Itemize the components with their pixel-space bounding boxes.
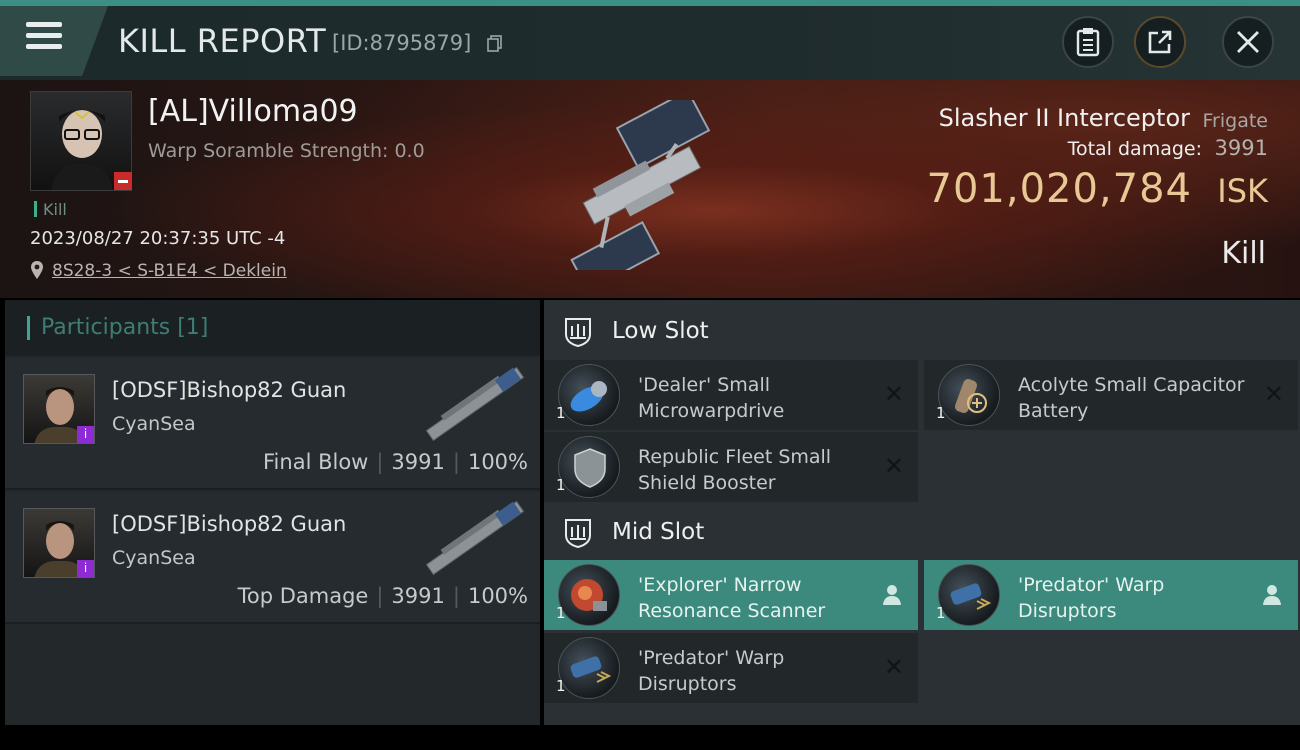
report-id: [ID:8795879] [332,31,472,55]
ship-class: Frigate [1202,110,1268,132]
kill-datetime: 2023/08/27 20:37:35 UTC -4 [30,228,286,249]
clipboard-button[interactable] [1062,16,1114,68]
mid-slot-icon [565,519,591,549]
module-name: 'Predator' Warp Disruptors [638,647,785,695]
participants-panel: Participants [1] i [ODSF]Bishop82 Guan C… [5,300,540,725]
participant-damage: 3991 [391,584,445,608]
module-item[interactable]: 1 Republic Fleet Small Shield Booster ✕ [544,432,918,502]
participant-name[interactable]: [ODSF]Bishop82 Guan [112,378,346,402]
low-slot-icon [565,318,591,348]
module-name: 'Predator' Warp Disruptors [1018,574,1165,622]
mid-slot-header: Mid Slot [544,503,1300,561]
low-slot-header: Low Slot [544,302,1300,360]
hostile-badge [114,172,132,190]
total-damage-label: Total damage: [1067,138,1202,160]
destroyed-x-icon: ✕ [883,380,904,408]
participant-role: Top Damage [237,584,369,608]
module-item[interactable]: 1 'Explorer' Narrow Resonance Scanner [544,560,918,630]
copy-icon[interactable] [486,34,504,52]
scanner-icon [558,564,620,626]
fitting-panel: Low Slot 1 'Dealer' Small Microwarpdrive… [544,300,1300,725]
ship-image [570,100,711,270]
page-title: KILL REPORT [118,22,327,60]
share-icon [1148,30,1172,54]
participant-ship-image [425,500,525,576]
result-label: Kill [1221,236,1266,271]
close-icon [1237,31,1259,53]
kill-location-link[interactable]: 8S28-3 < S-B1E4 < Deklein [52,261,287,281]
participants-header: Participants [1] [5,300,540,356]
destroyed-x-icon: ✕ [883,653,904,681]
module-name: Acolyte Small Capacitor Battery [1018,374,1245,422]
module-quantity: 1 [556,404,566,422]
participant-name[interactable]: [ODSF]Bishop82 Guan [112,512,346,536]
module-quantity: 1 [556,476,566,494]
module-quantity: 1 [936,604,946,622]
participant-percent: 100% [467,584,528,608]
person-icon [1263,585,1281,605]
participant-role: Final Blow [263,450,369,474]
shield-booster-icon [558,436,620,498]
warp-disruptor-icon [938,564,1000,626]
mid-slot-title: Mid Slot [612,519,705,545]
participant-row[interactable]: i [ODSF]Bishop82 Guan CyanSea Final Blow… [5,358,540,490]
module-quantity: 1 [556,677,566,695]
share-button[interactable] [1134,16,1186,68]
module-item[interactable]: 1 Acolyte Small Capacitor Battery ✕ [924,360,1298,430]
module-name: Republic Fleet Small Shield Booster [638,446,832,494]
isk-value: 701,020,784 [926,166,1192,212]
module-quantity: 1 [936,404,946,422]
close-button[interactable] [1222,16,1274,68]
participant-corp: CyanSea [112,413,196,435]
destroyed-x-icon: ✕ [1263,380,1284,408]
module-item[interactable]: 1 'Predator' Warp Disruptors [924,560,1298,630]
participant-damage: 3991 [391,450,445,474]
participants-title: Participants [1] [41,315,209,340]
corp-badge: i [77,426,94,443]
total-damage-value: 3991 [1214,136,1268,160]
ship-name[interactable]: Slasher II Interceptor [939,104,1190,132]
microwarpdrive-icon [558,364,620,426]
bottom-bar [0,725,1300,750]
isk-unit: ISK [1217,172,1268,210]
victim-hero-panel: [AL]Villoma09 Warp Soramble Strength: 0.… [0,80,1300,298]
clipboard-icon [1076,28,1100,57]
warp-scramble-strength: Warp Soramble Strength: 0.0 [148,140,425,162]
hamburger-menu-icon[interactable] [26,22,62,50]
participant-percent: 100% [467,450,528,474]
participant-ship-image [425,366,525,442]
module-item[interactable]: 1 'Predator' Warp Disruptors ✕ [544,633,918,703]
capacitor-battery-icon [938,364,1000,426]
person-icon [883,585,901,605]
module-item[interactable]: 1 'Dealer' Small Microwarpdrive ✕ [544,360,918,430]
participant-stats: Final Blow | 3991 | 100% [263,450,528,474]
participant-corp: CyanSea [112,547,196,569]
location-pin-icon [31,261,43,279]
destroyed-x-icon: ✕ [883,452,904,480]
module-name: 'Dealer' Small Microwarpdrive [638,374,785,422]
warp-disruptor-icon [558,637,620,699]
corp-badge: i [77,560,94,577]
participant-stats: Top Damage | 3991 | 100% [237,584,528,608]
module-name: 'Explorer' Narrow Resonance Scanner [638,574,826,622]
participant-row[interactable]: i [ODSF]Bishop82 Guan CyanSea Top Damage… [5,492,540,624]
kill-status-label: Kill [34,200,67,219]
low-slot-title: Low Slot [612,318,709,344]
victim-name[interactable]: [AL]Villoma09 [148,94,358,129]
module-quantity: 1 [556,604,566,622]
